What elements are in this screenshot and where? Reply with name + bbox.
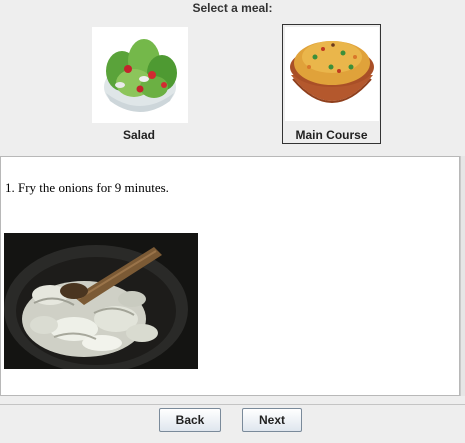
meal-label-salad: Salad: [122, 128, 155, 142]
step-content-panel: 1. Fry the onions for 9 minutes.: [0, 156, 460, 396]
next-button[interactable]: Next: [242, 408, 302, 432]
step-instruction: 1. Fry the onions for 9 minutes.: [5, 180, 169, 195]
main-course-image: [285, 27, 379, 121]
meal-option-salad[interactable]: Salad: [88, 24, 190, 144]
page-title: Select a meal:: [192, 1, 273, 15]
meal-option-main-course[interactable]: Main Course: [282, 24, 381, 144]
salad-image: [92, 27, 188, 123]
vertical-scrollbar[interactable]: [460, 156, 465, 396]
frying-onions-image: [4, 233, 198, 369]
footer-bar: [0, 404, 465, 443]
back-button[interactable]: Back: [159, 408, 221, 432]
meal-label-main-course: Main Course: [295, 128, 368, 142]
